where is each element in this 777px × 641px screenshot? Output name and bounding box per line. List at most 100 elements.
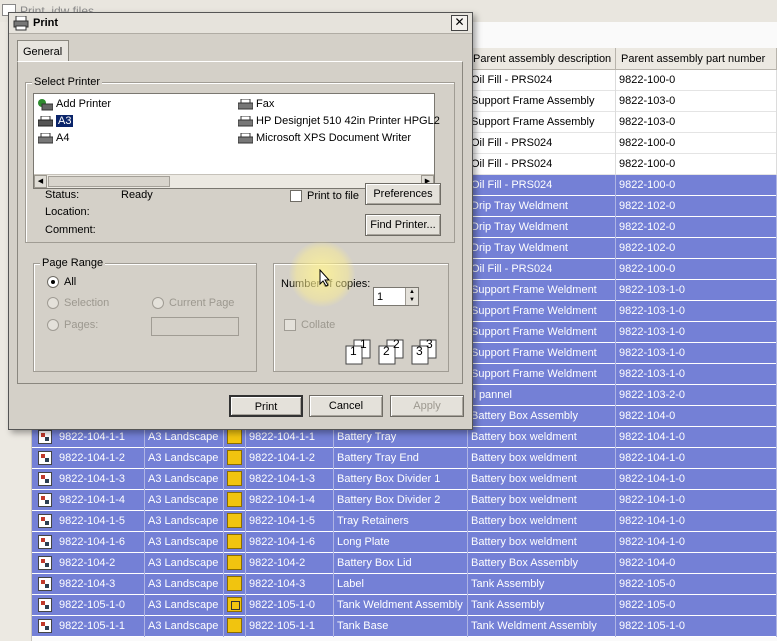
parent-part-number-cell: 9822-105-1-0: [616, 616, 777, 637]
description-cell: Tank Base: [334, 616, 468, 637]
table-row[interactable]: 9822-104-1-2 A3 Landscape 9822-104-1-2 Batt…: [32, 448, 777, 469]
parent-part-number-cell: 9822-102-0: [616, 196, 777, 217]
parent-part-number-cell: 9822-104-1-0: [616, 427, 777, 448]
collate-page-number: 3: [426, 337, 433, 351]
parent-part-number-cell: 9822-103-2-0: [616, 385, 777, 406]
printer-list[interactable]: Add Printer A3 A4 Fax HP Designjet 510 4…: [33, 93, 440, 189]
cancel-button[interactable]: Cancel: [309, 395, 383, 417]
print-to-file-checkbox[interactable]: [290, 190, 302, 202]
parent-part-number-cell: 9822-100-0: [616, 154, 777, 175]
drawing-icon: [38, 514, 52, 528]
printer-item-fax[interactable]: Fax: [238, 98, 274, 114]
printer-item-hp-designjet[interactable]: HP Designjet 510 42in Printer HPGL2: [238, 115, 440, 131]
part-number-cell: 9822-104-1-2: [246, 448, 334, 469]
part-type-cell: [224, 511, 246, 532]
all-pages-radio[interactable]: [47, 276, 59, 288]
table-row[interactable]: 9822-104-2 A3 Landscape 9822-104-2 Battery …: [32, 553, 777, 574]
copies-value: 1: [377, 291, 384, 303]
parent-description-cell: Battery Box Assembly: [468, 406, 616, 427]
close-button[interactable]: ✕: [451, 15, 468, 31]
table-row[interactable]: 9822-104-1-6 A3 Landscape 9822-104-1-6 Long…: [32, 532, 777, 553]
printer-item-a4[interactable]: A4: [38, 132, 69, 148]
drawing-number-cell: 9822-104-1-2: [56, 448, 145, 469]
parent-part-number-cell: 9822-104-1-0: [616, 532, 777, 553]
dialog-title: Print: [33, 17, 59, 29]
parent-description-cell: Tank Assembly: [468, 595, 616, 616]
print-dialog: Print ✕ General Select Printer Add Print…: [8, 12, 473, 430]
sheet-size-cell: A3 Landscape: [145, 574, 224, 595]
fax-icon: [238, 99, 253, 110]
apply-button[interactable]: Apply: [390, 395, 464, 417]
description-cell: Long Plate: [334, 532, 468, 553]
part-number-cell: 9822-104-1-4: [246, 490, 334, 511]
tab-general[interactable]: General: [17, 40, 69, 62]
parent-description-cell: Battery box weldment: [468, 427, 616, 448]
printer-name: Microsoft XPS Document Writer: [256, 132, 412, 144]
printer-name: HP Designjet 510 42in Printer HPGL2: [256, 115, 440, 127]
scroll-left-icon[interactable]: ◀: [34, 175, 47, 188]
print-button[interactable]: Print: [229, 395, 303, 417]
collate-checkbox[interactable]: [284, 319, 296, 331]
part-type-cell: [224, 490, 246, 511]
parent-part-number-cell: 9822-105-0: [616, 595, 777, 616]
part-icon: [227, 429, 242, 444]
collate-pages-icon: [345, 339, 371, 365]
pages-input[interactable]: [151, 317, 239, 336]
parent-part-number-cell: 9822-103-0: [616, 91, 777, 112]
part-type-cell: [224, 595, 246, 616]
parent-description-cell: Oil Fill - PRS024: [468, 259, 616, 280]
status-label: Status:: [45, 189, 80, 201]
part-icon: [227, 492, 242, 507]
parent-part-number-cell: 9822-103-1-0: [616, 364, 777, 385]
selection-radio[interactable]: [47, 297, 59, 309]
pages-radio[interactable]: [47, 319, 59, 331]
sheet-size-cell: A3 Landscape: [145, 532, 224, 553]
current-page-radio[interactable]: [152, 297, 164, 309]
collate-page-number: 1: [360, 337, 367, 351]
parent-part-number-cell: 9822-103-1-0: [616, 322, 777, 343]
parent-part-number-cell: 9822-100-0: [616, 133, 777, 154]
description-cell: Battery Box Lid: [334, 553, 468, 574]
parent-description-cell: Battery box weldment: [468, 511, 616, 532]
printer-icon: [238, 116, 253, 127]
part-number-cell: 9822-104-2: [246, 553, 334, 574]
part-number-cell: 9822-105-1-1: [246, 616, 334, 637]
printer-icon: [238, 133, 253, 144]
part-type-cell: [224, 532, 246, 553]
sheet-size-cell: A3 Landscape: [145, 448, 224, 469]
table-row[interactable]: 9822-104-1-5 A3 Landscape 9822-104-1-5 Tray…: [32, 511, 777, 532]
table-row[interactable]: 9822-104-1-4 A3 Landscape 9822-104-1-4 Batt…: [32, 490, 777, 511]
all-label: All: [64, 276, 77, 288]
copies-stepper[interactable]: 1 ▲ ▼: [373, 287, 419, 306]
part-type-cell: [224, 427, 246, 448]
status-value: Ready: [121, 189, 153, 201]
printer-item-a3[interactable]: A3: [38, 115, 74, 131]
add-printer-icon: [38, 99, 53, 111]
spin-down-icon[interactable]: ▼: [405, 296, 418, 305]
part-icon: [227, 618, 242, 633]
table-row[interactable]: 9822-104-3 A3 Landscape 9822-104-3 Label Tan…: [32, 574, 777, 595]
pages-label: Pages:: [64, 319, 99, 331]
parent-description-cell: Tank Weldment Assembly: [468, 616, 616, 637]
parent-part-number-cell: 9822-104-1-0: [616, 511, 777, 532]
parent-description-cell: il pannel: [468, 385, 616, 406]
part-icon: [227, 555, 242, 570]
column-header-parent-description[interactable]: Parent assembly description: [468, 48, 616, 70]
preferences-button[interactable]: Preferences: [365, 183, 441, 205]
column-header-parent-part-number[interactable]: Parent assembly part number: [616, 48, 777, 70]
sheet-size-cell: A3 Landscape: [145, 469, 224, 490]
drawing-number-cell: 9822-104-2: [56, 553, 145, 574]
parent-part-number-cell: 9822-104-0: [616, 553, 777, 574]
printer-item-add[interactable]: Add Printer: [38, 98, 111, 114]
part-icon: [227, 513, 242, 528]
printer-icon: [38, 133, 53, 144]
printer-item-xps[interactable]: Microsoft XPS Document Writer: [238, 132, 411, 148]
table-row[interactable]: 9822-105-1-0 A3 Landscape 9822-105-1-0 Tank…: [32, 595, 777, 616]
find-printer-button[interactable]: Find Printer...: [365, 214, 441, 236]
table-row[interactable]: 9822-105-1-1 A3 Landscape 9822-105-1-1 Tank…: [32, 616, 777, 637]
table-row[interactable]: 9822-104-1-1 A3 Landscape 9822-104-1-1 Batt…: [32, 427, 777, 448]
scrollbar-thumb[interactable]: [48, 176, 170, 187]
drawing-number-cell: 9822-104-1-3: [56, 469, 145, 490]
table-row[interactable]: 9822-104-1-3 A3 Landscape 9822-104-1-3 Batt…: [32, 469, 777, 490]
parent-description-cell: Support Frame Weldment: [468, 322, 616, 343]
